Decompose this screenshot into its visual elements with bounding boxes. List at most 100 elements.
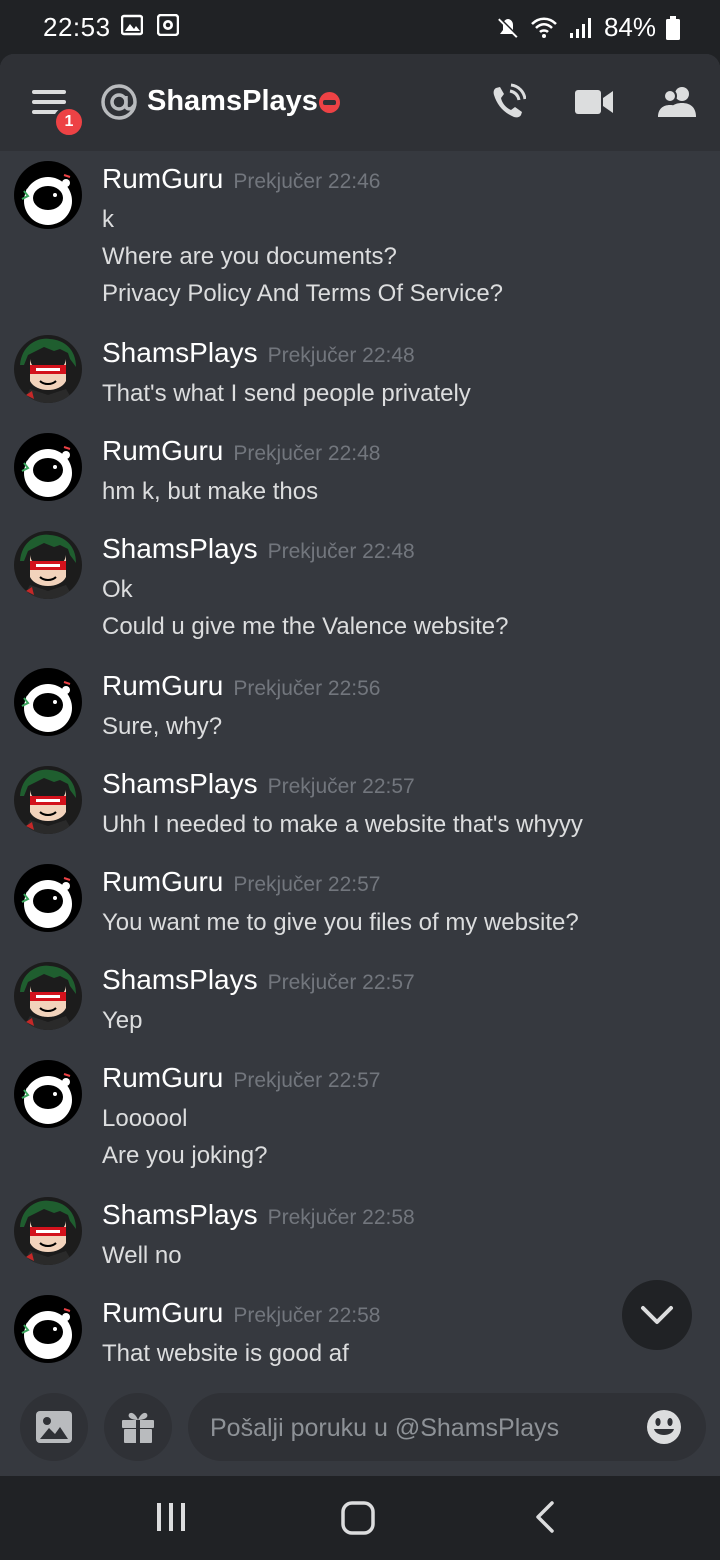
message-author[interactable]: ShamsPlays [102,1199,258,1230]
message-author[interactable]: RumGuru [102,435,223,466]
gift-button[interactable] [104,1393,172,1461]
message-author[interactable]: ShamsPlays [102,337,258,368]
home-icon[interactable] [341,1501,375,1535]
message-input-box [188,1393,706,1463]
notification-badge: 1 [53,106,85,138]
avatar[interactable] [14,161,82,229]
message-author[interactable]: ShamsPlays [102,533,258,564]
image-upload-icon [36,1411,72,1443]
message-header: RumGuru Prekjučer 22:56 [102,670,380,702]
message-text: That website is good af [102,1340,349,1367]
message-list[interactable]: RumGuru Prekjučer 22:46 k Where are you doc… [0,151,720,1381]
message-timestamp: Prekjučer 22:46 [233,170,381,193]
message-text: Are you joking? [102,1142,268,1169]
image-icon [121,14,143,36]
message-timestamp: Prekjučer 22:48 [267,344,415,367]
message-body: Ok Could u give me the Valence website? [102,571,508,645]
message-header: ShamsPlays Prekjučer 22:58 [102,1199,415,1231]
signal-icon [569,17,591,38]
status-bar: 22:53 84% [0,0,720,54]
message-input[interactable] [208,1393,632,1463]
message-text: Ok [102,576,133,603]
message-timestamp: Prekjučer 22:58 [267,1206,415,1229]
status-dnd-icon [319,92,340,113]
message-author[interactable]: RumGuru [102,670,223,701]
message-text: Uhh I needed to make a website that's wh… [102,811,583,838]
message-header: ShamsPlays Prekjučer 22:48 [102,337,415,369]
gift-icon [122,1412,154,1443]
avatar[interactable] [14,433,82,501]
status-time: 22:53 [43,12,111,42]
message-timestamp: Prekjučer 22:58 [233,1304,381,1327]
message-text: That's what I send people privately [102,380,471,407]
emoji-icon[interactable] [646,1409,682,1445]
message-body: That website is good af [102,1335,349,1372]
message-text: k [102,206,114,233]
message-author[interactable]: ShamsPlays [102,768,258,799]
image-upload-button[interactable] [20,1393,88,1461]
message-header: RumGuru Prekjučer 22:46 [102,163,380,195]
message-text: Could u give me the Valence website? [102,613,509,640]
message-header: RumGuru Prekjučer 22:57 [102,1062,380,1094]
members-icon[interactable] [658,86,698,118]
message-text: Well no [102,1242,182,1269]
avatar[interactable] [14,668,82,736]
dm-screen: 1 ShamsPlays RumGuru Prekjučer 22:46 k Wher… [0,54,720,1476]
phone-call-icon[interactable] [490,82,526,122]
message-text: Sure, why? [102,713,223,740]
message-text: You want me to give you files of my webs… [102,909,579,936]
message-author[interactable]: RumGuru [102,866,223,897]
message-body: Sure, why? [102,708,222,745]
avatar[interactable] [14,1060,82,1128]
message-timestamp: Prekjučer 22:57 [233,1069,381,1092]
message-body: Well no [102,1237,182,1274]
message-body: Uhh I needed to make a website that's wh… [102,806,583,843]
message-text: hm k, but make thos [102,478,319,505]
message-timestamp: Prekjučer 22:48 [267,540,415,563]
chevron-down-icon [641,1306,673,1324]
message-text: Privacy Policy And Terms Of Service? [102,280,504,307]
message-header: ShamsPlays Prekjučer 22:57 [102,964,415,996]
message-body: Loooool Are you joking? [102,1100,267,1174]
battery-percent: 84% [603,12,656,42]
avatar[interactable] [14,766,82,834]
avatar[interactable] [14,1197,82,1265]
message-composer [0,1381,720,1476]
back-icon[interactable] [533,1500,557,1534]
message-timestamp: Prekjučer 22:48 [233,442,381,465]
avatar[interactable] [14,962,82,1030]
message-author[interactable]: RumGuru [102,1297,223,1328]
mute-icon [498,16,519,38]
message-header: ShamsPlays Prekjučer 22:48 [102,533,415,565]
message-header: RumGuru Prekjučer 22:57 [102,866,380,898]
jump-to-bottom-button[interactable] [622,1280,692,1350]
message-body: That's what I send people privately [102,375,471,412]
message-timestamp: Prekjučer 22:56 [233,677,381,700]
recent-apps-icon[interactable] [156,1501,186,1533]
message-body: hm k, but make thos [102,473,318,510]
battery-icon [666,15,680,40]
message-timestamp: Prekjučer 22:57 [267,971,415,994]
video-call-icon[interactable] [575,88,613,116]
wifi-icon [531,17,557,38]
message-author[interactable]: RumGuru [102,163,223,194]
message-author[interactable]: RumGuru [102,1062,223,1093]
message-body: You want me to give you files of my webs… [102,904,579,941]
message-author[interactable]: ShamsPlays [102,964,258,995]
message-text: Where are you documents? [102,243,397,270]
avatar[interactable] [14,335,82,403]
system-nav-bar [0,1476,720,1560]
screen-record-icon [157,14,179,36]
message-header: ShamsPlays Prekjučer 22:57 [102,768,415,800]
page-title: ShamsPlays [147,85,318,117]
avatar[interactable] [14,1295,82,1363]
channel-header: 1 ShamsPlays [0,54,720,151]
at-icon [101,84,137,120]
avatar[interactable] [14,864,82,932]
message-timestamp: Prekjučer 22:57 [233,873,381,896]
message-text: Loooool [102,1105,188,1132]
message-header: RumGuru Prekjučer 22:48 [102,435,380,467]
message-body: k Where are you documents? Privacy Policy … [102,201,503,312]
message-timestamp: Prekjučer 22:57 [267,775,415,798]
avatar[interactable] [14,531,82,599]
